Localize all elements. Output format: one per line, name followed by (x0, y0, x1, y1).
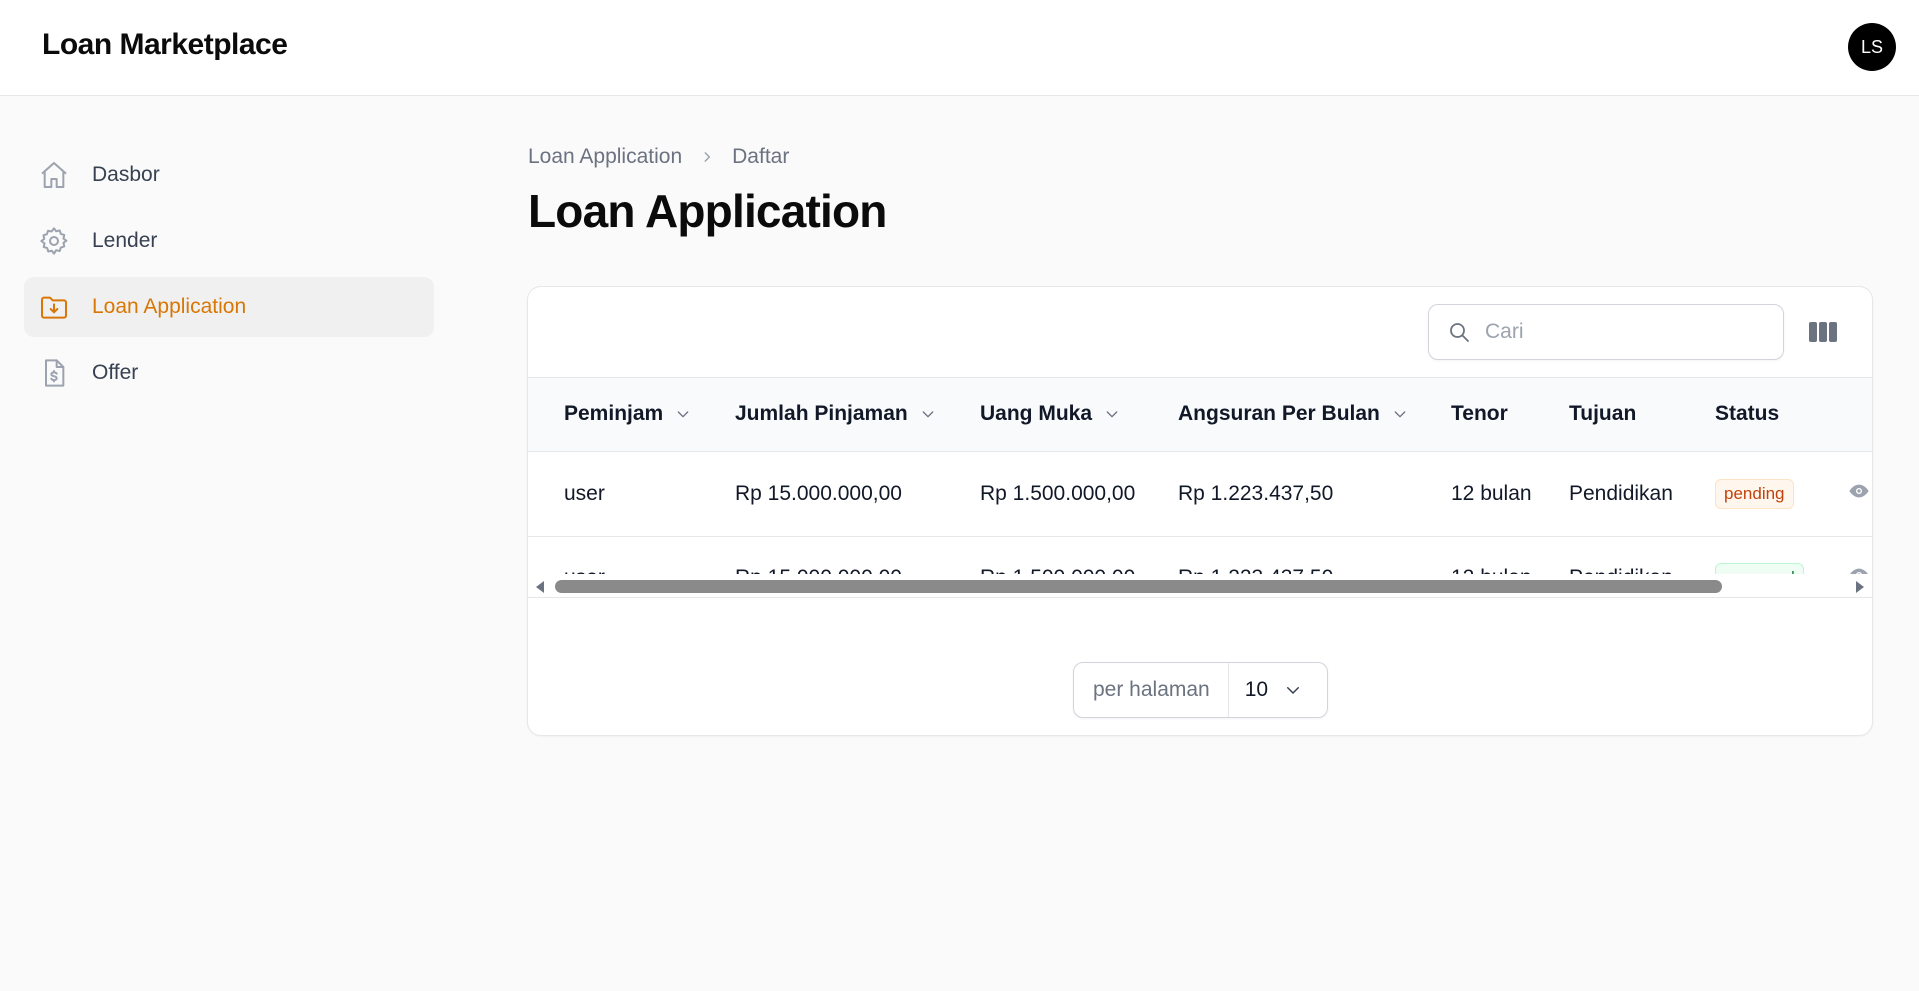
column-header-tenor: Tenor (1451, 402, 1508, 426)
chevron-down-icon (1284, 681, 1302, 699)
user-avatar[interactable]: LS (1848, 23, 1896, 71)
gear-icon (38, 225, 70, 257)
folder-download-icon (38, 291, 70, 323)
breadcrumb-parent-link[interactable]: Loan Application (528, 145, 682, 169)
cell-angsuran: Rp 1.223.437,50 (1178, 536, 1451, 574)
cell-angsuran: Rp 1.223.437,50 (1178, 481, 1334, 505)
table-toolbar (528, 287, 1872, 378)
column-toggle-icon[interactable] (1808, 320, 1838, 344)
per-page-select[interactable]: 10 (1229, 678, 1302, 702)
chevron-down-icon (1392, 406, 1408, 422)
table-row: user Rp 15.000.000,00 Rp 1.500.000,00 Rp… (528, 536, 1872, 574)
sidebar-item-dasbor[interactable]: Dasbor (24, 145, 434, 205)
cell-jumlah-pinjaman: Rp 15.000.000,00 (735, 536, 980, 574)
sidebar-item-label: Offer (92, 361, 139, 384)
column-header-uang-muka[interactable]: Uang Muka (980, 378, 1178, 451)
column-header-jumlah-pinjaman[interactable]: Jumlah Pinjaman (735, 378, 980, 451)
per-page-label: per halaman (1074, 663, 1229, 717)
horizontal-scrollbar[interactable] (528, 574, 1872, 598)
table-row: user Rp 15.000.000,00 Rp 1.500.000,00 Rp… (528, 451, 1872, 536)
cell-status: approved (1715, 536, 1848, 574)
column-header-label: Peminjam (564, 402, 664, 426)
app-title[interactable]: Loan Marketplace (42, 28, 288, 62)
breadcrumb: Loan Application Daftar (528, 145, 789, 169)
sidebar-item-loan-application[interactable]: Loan Application (24, 277, 434, 337)
chevron-down-icon (1104, 406, 1120, 422)
column-header-label: Jumlah Pinjaman (735, 402, 908, 426)
column-header-peminjam[interactable]: Peminjam (528, 378, 735, 451)
chevron-right-icon (700, 150, 714, 164)
column-header-tujuan: Tujuan (1569, 402, 1637, 426)
home-icon (38, 159, 70, 191)
loan-application-table-card: Peminjam Jumlah Pinjaman Uang Muka Angsu… (527, 286, 1873, 736)
cell-tujuan: Pendidikan (1569, 536, 1715, 574)
table-scroll-area: Peminjam Jumlah Pinjaman Uang Muka Angsu… (528, 378, 1872, 574)
cell-status: pending (1715, 451, 1848, 536)
view-eye-icon[interactable] (1848, 480, 1870, 502)
column-header-angsuran-per-bulan[interactable]: Angsuran Per Bulan (1178, 378, 1451, 451)
table-header-row: Peminjam Jumlah Pinjaman Uang Muka Angsu… (528, 378, 1872, 451)
cell-tenor: 12 bulan (1451, 536, 1569, 574)
search-box[interactable] (1428, 304, 1784, 360)
document-dollar-icon (38, 357, 70, 389)
cell-tenor: 12 bulan (1451, 481, 1532, 505)
search-input[interactable] (1485, 320, 1765, 344)
scroll-left-arrow-icon[interactable] (534, 580, 546, 599)
cell-jumlah-pinjaman: Rp 15.000.000,00 (735, 481, 902, 505)
top-bar: Loan Marketplace LS (0, 0, 1919, 96)
status-badge: approved (1715, 563, 1804, 574)
cell-uang-muka: Rp 1.500.000,00 (980, 481, 1136, 505)
sidebar-item-label: Loan Application (92, 295, 247, 318)
page-title: Loan Application (528, 185, 887, 237)
cell-peminjam: user (528, 536, 735, 574)
cell-tujuan: Pendidikan (1569, 481, 1673, 505)
scroll-right-arrow-icon[interactable] (1854, 580, 1866, 599)
status-badge: pending (1715, 478, 1794, 509)
sidebar-item-offer[interactable]: Offer (24, 343, 434, 403)
per-page-selector: per halaman 10 (1073, 662, 1328, 718)
breadcrumb-current: Daftar (732, 145, 790, 168)
sidebar-item-label: Lender (92, 229, 158, 252)
sidebar-item-label: Dasbor (92, 163, 160, 186)
column-header-label: Uang Muka (980, 402, 1093, 426)
sidebar: Dasbor Lender Loan Application Offer (24, 145, 434, 409)
column-header-status: Status (1715, 402, 1780, 426)
sidebar-item-lender[interactable]: Lender (24, 211, 434, 271)
search-icon (1447, 320, 1471, 344)
cell-peminjam: user (564, 481, 605, 505)
chevron-down-icon (920, 406, 936, 422)
cell-actions (1848, 451, 1872, 536)
per-page-value: 10 (1244, 678, 1269, 701)
loan-table: Peminjam Jumlah Pinjaman Uang Muka Angsu… (528, 378, 1872, 574)
chevron-down-icon (675, 406, 691, 422)
scrollbar-thumb[interactable] (555, 580, 1722, 593)
view-eye-icon[interactable] (1848, 564, 1870, 574)
cell-actions (1848, 536, 1872, 574)
cell-uang-muka: Rp 1.500.000,00 (980, 536, 1178, 574)
column-header-label: Angsuran Per Bulan (1178, 402, 1380, 426)
column-header-actions (1848, 378, 1872, 451)
